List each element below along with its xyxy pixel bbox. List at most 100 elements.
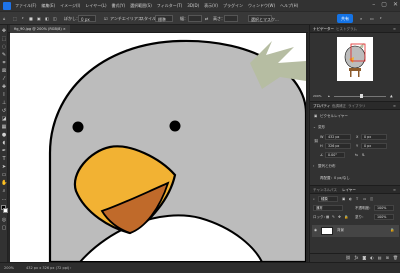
home-icon[interactable]: ⌂ xyxy=(3,15,6,22)
document-canvas[interactable] xyxy=(10,33,306,262)
lock-image-icon[interactable]: ✎ xyxy=(332,215,335,220)
tab-paths[interactable]: パス xyxy=(330,186,337,194)
zoom-tool-icon[interactable]: ⌕ xyxy=(1,188,7,194)
link-layers-icon[interactable]: ⛓ xyxy=(346,254,351,262)
filter-smart-object-icon[interactable]: ◫ xyxy=(370,197,373,202)
transform-chevron-icon[interactable]: ⌄ xyxy=(313,125,316,130)
layer-row-background[interactable]: ◉ 背景 🔒 xyxy=(312,225,399,237)
height-input[interactable] xyxy=(224,15,238,22)
antialias-checkbox[interactable]: ☑ xyxy=(104,15,108,22)
marquee-tool-icon[interactable]: ⬚ xyxy=(13,15,17,22)
height-field[interactable]: 326 px xyxy=(325,143,351,149)
menu-view[interactable]: 表示(V) xyxy=(204,3,218,9)
layer-style-icon[interactable]: ƒx xyxy=(355,254,359,262)
document-tab[interactable]: fig_90.jpg @ 200% (RGB/8) × xyxy=(10,25,70,33)
delete-layer-icon[interactable]: 🗑 xyxy=(393,254,398,262)
menu-file[interactable]: ファイル(F) xyxy=(15,3,36,9)
new-layer-icon[interactable]: ⊞ xyxy=(386,254,389,262)
status-document-info[interactable]: 432 px x 326 px (72 ppi) xyxy=(26,266,69,270)
align-chevron-icon[interactable]: › xyxy=(313,164,314,169)
lasso-tool-icon[interactable]: ◌ xyxy=(1,44,7,50)
tab-layers[interactable]: レイヤー xyxy=(342,186,356,194)
y-field[interactable]: 0 px xyxy=(361,143,387,149)
frame-tool-icon[interactable]: ⊠ xyxy=(1,68,7,74)
artboard-tool-icon[interactable]: ⬚ xyxy=(1,36,7,42)
type-tool-icon[interactable]: T xyxy=(1,156,7,162)
tool-preset-chevron-icon[interactable]: ▾ xyxy=(22,15,24,22)
tab-channels[interactable]: チャンネル xyxy=(313,186,330,194)
move-tool-icon[interactable]: ✥ xyxy=(1,28,7,34)
visibility-eye-icon[interactable]: ◉ xyxy=(314,228,317,233)
tab-libraries[interactable]: ライブラリ xyxy=(348,102,366,110)
add-mask-icon[interactable]: ◙ xyxy=(362,254,366,262)
intersect-selection-icon[interactable]: ◫ xyxy=(53,15,57,22)
more-tools-icon[interactable]: … xyxy=(1,196,7,202)
feather-input[interactable]: 0 px xyxy=(78,15,96,22)
panel-menu-icon[interactable]: ≡ xyxy=(393,25,396,33)
share-button[interactable]: 共有 xyxy=(337,14,353,23)
minimize-icon[interactable]: – xyxy=(372,1,375,8)
layer-filter-select[interactable]: 種類 xyxy=(318,196,338,202)
canvas-area[interactable] xyxy=(8,33,308,262)
blur-tool-icon[interactable]: ● xyxy=(1,132,7,138)
path-select-tool-icon[interactable]: ➤ xyxy=(1,164,7,170)
swap-icon[interactable]: ⇄ xyxy=(205,15,208,22)
hand-tool-icon[interactable]: ✋ xyxy=(1,180,7,186)
zoom-slider-handle[interactable] xyxy=(360,94,363,98)
filter-pixel-icon[interactable]: ▣ xyxy=(342,197,345,202)
tab-adjustments[interactable]: 色調補正 xyxy=(332,102,346,110)
status-zoom[interactable]: 200% xyxy=(4,266,14,270)
tab-navigator[interactable]: ナビゲーター xyxy=(313,25,334,33)
blend-mode-select[interactable]: 通常 xyxy=(313,205,343,211)
eraser-tool-icon[interactable]: ◪ xyxy=(1,116,7,122)
zoom-out-icon[interactable]: ▴ xyxy=(328,94,330,99)
menu-type[interactable]: 書式(Y) xyxy=(112,3,126,9)
new-selection-icon[interactable]: ■ xyxy=(29,15,33,22)
menu-window[interactable]: ウィンドウ(W) xyxy=(248,3,275,9)
screen-mode-icon[interactable]: ▢ xyxy=(1,225,7,231)
gradient-tool-icon[interactable]: ▦ xyxy=(1,124,7,130)
menu-select[interactable]: 選択範囲(S) xyxy=(130,3,152,9)
history-brush-tool-icon[interactable]: ↺ xyxy=(1,108,7,114)
add-selection-icon[interactable]: ▣ xyxy=(37,15,41,22)
clone-stamp-tool-icon[interactable]: ⊥ xyxy=(1,100,7,106)
select-mask-button[interactable]: 選択とマスク... xyxy=(248,15,279,22)
workspace-chevron-icon[interactable]: ▾ xyxy=(380,15,382,22)
search-icon[interactable]: ⌕ xyxy=(360,15,362,22)
navigator-thumbnail[interactable] xyxy=(337,37,373,81)
brush-tool-icon[interactable]: ⅼ xyxy=(1,92,7,98)
menu-plugins[interactable]: プラグイン xyxy=(223,3,243,9)
lock-transparent-icon[interactable]: ▦ xyxy=(326,215,329,220)
pen-tool-icon[interactable]: ✒ xyxy=(1,148,7,154)
filter-adjustment-icon[interactable]: ◐ xyxy=(349,197,352,202)
filter-type-icon[interactable]: T xyxy=(356,197,358,202)
eyedropper-tool-icon[interactable]: ⁄ xyxy=(1,76,7,82)
flip-horizontal-icon[interactable]: ⇆ xyxy=(355,153,358,158)
layers-menu-icon[interactable]: ≡ xyxy=(393,186,396,194)
subtract-selection-icon[interactable]: ◧ xyxy=(45,15,49,22)
menu-image[interactable]: イメージ(I) xyxy=(60,3,80,9)
zoom-in-icon[interactable]: ▲ xyxy=(390,94,393,99)
new-group-icon[interactable]: ▤ xyxy=(378,254,382,262)
fill-field[interactable]: 100% xyxy=(374,214,394,220)
crop-tool-icon[interactable]: ⌗ xyxy=(1,60,7,66)
menu-edit[interactable]: 編集(E) xyxy=(41,3,55,9)
filter-shape-icon[interactable]: ▭ xyxy=(363,197,366,202)
flip-vertical-icon[interactable]: ⇅ xyxy=(362,153,365,158)
lock-position-icon[interactable]: ✥ xyxy=(338,215,341,220)
rectangle-tool-icon[interactable]: ▭ xyxy=(1,172,7,178)
angle-field[interactable]: 0.00° xyxy=(325,152,345,158)
adjustment-layer-icon[interactable]: ◐ xyxy=(370,254,374,262)
tab-histogram[interactable]: ヒストグラム xyxy=(336,25,357,33)
close-tab-icon[interactable]: × xyxy=(63,27,66,31)
healing-brush-tool-icon[interactable]: ✚ xyxy=(1,84,7,90)
dodge-tool-icon[interactable]: ◖ xyxy=(1,140,7,146)
close-icon[interactable]: ✕ xyxy=(393,1,398,8)
menu-help[interactable]: ヘルプ(H) xyxy=(280,3,298,9)
lock-all-icon[interactable]: 🔒 xyxy=(344,215,348,220)
menu-filter[interactable]: フィルター(T) xyxy=(157,3,182,9)
layer-filter-search-icon[interactable]: ⌕ xyxy=(313,197,315,202)
menu-layer[interactable]: レイヤー(L) xyxy=(85,3,106,9)
workspace-icon[interactable]: ▭ xyxy=(370,15,374,22)
link-dimensions-icon[interactable]: ⛓ xyxy=(314,139,318,144)
